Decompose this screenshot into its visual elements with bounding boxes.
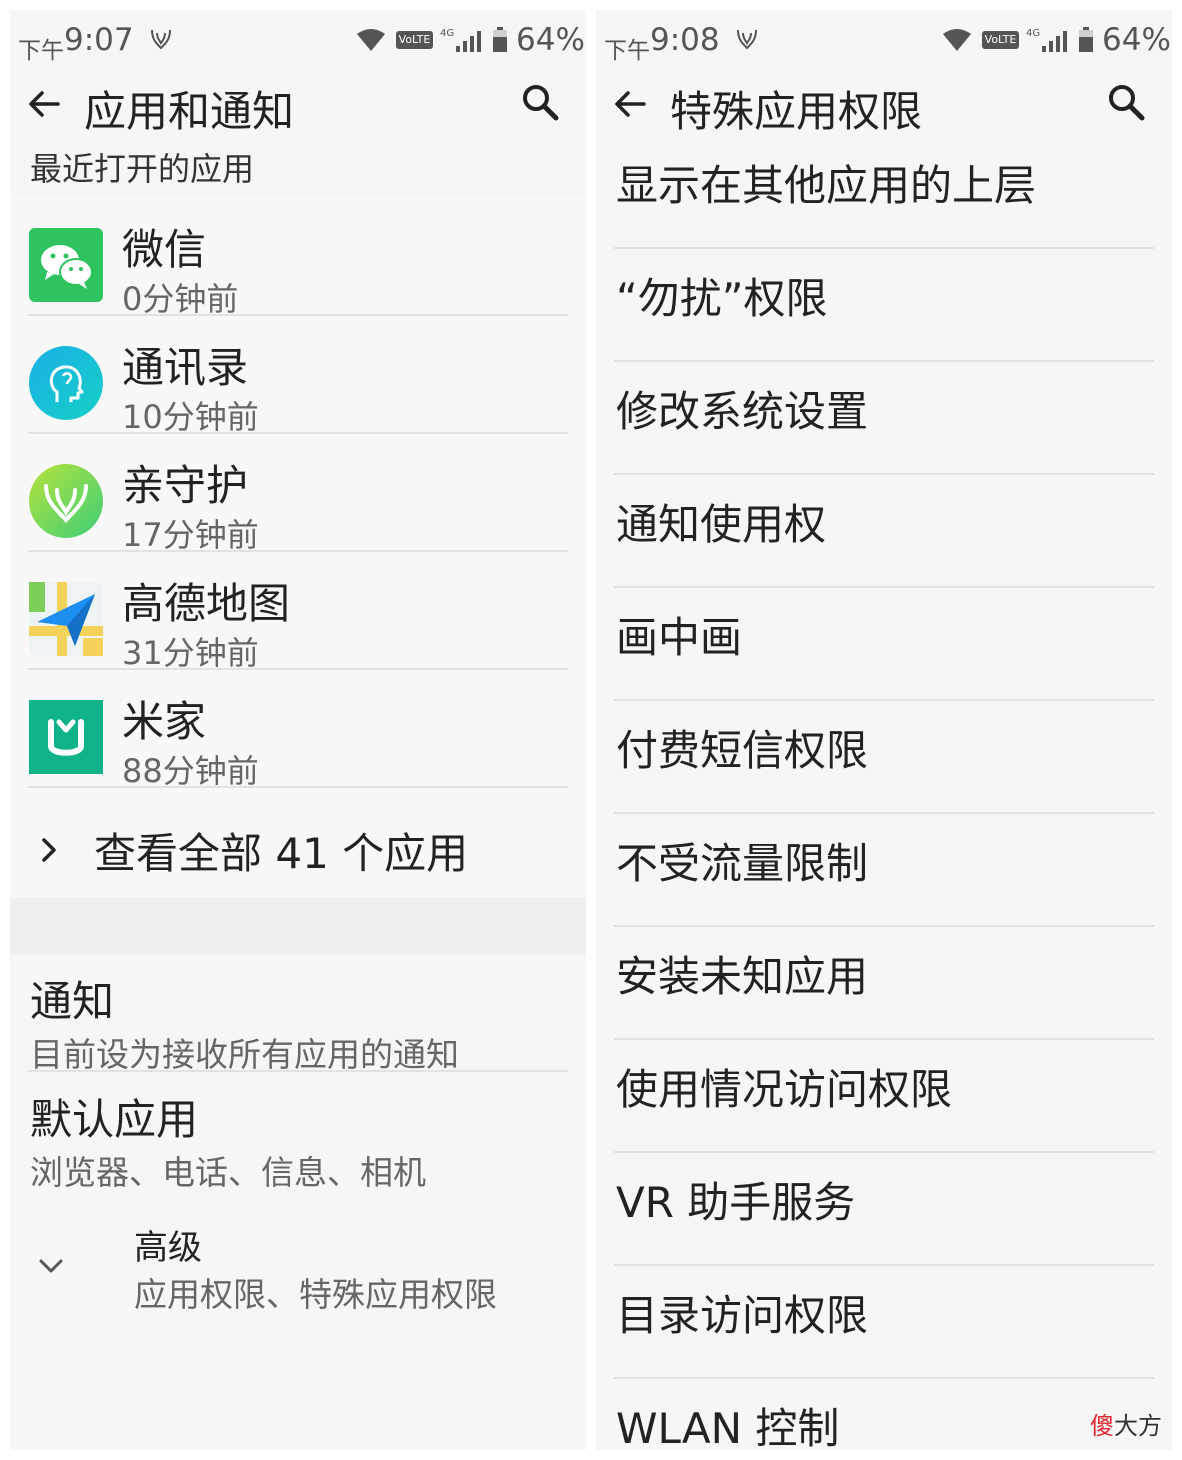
permission-label: 修改系统设置 [616,387,869,436]
watermark-accent: 傻 [1090,1412,1114,1440]
permission-label: 不受流量限制 [616,839,869,888]
permission-item[interactable]: 安装未知应用 [596,927,1172,1040]
page-title: 应用和通知 [84,87,295,136]
app-name: 微信 [122,225,207,274]
battery-icon [493,27,507,52]
app-name: 通讯录 [122,343,249,392]
divider [28,550,568,552]
amap-icon [29,582,103,656]
permission-label: WLAN 控制 [616,1404,840,1450]
see-all-apps-label: 查看全部 41 个应用 [94,829,469,878]
status-bar: 下午 9:07 VoLTE 4G 64% [10,10,586,70]
see-all-apps-button[interactable]: 查看全部 41 个应用 [10,802,586,898]
advanced-setting[interactable]: 高级 应用权限、特殊应用权限 [10,1214,586,1324]
recent-app-amap[interactable]: 高德地图 31分钟前 [10,560,586,678]
permission-item[interactable]: 目录访问权限 [596,1266,1172,1379]
divider [28,1070,568,1072]
battery-percent: 64% [516,22,585,58]
permission-label: 使用情况访问权限 [616,1065,953,1114]
divider [28,314,568,316]
volte-badge: VoLTE [396,31,433,49]
setting-subtitle: 浏览器、电话、信息、相机 [30,1153,426,1192]
watermark-text: 大方 [1114,1412,1162,1440]
status-time: 9:08 [650,22,720,58]
permission-item[interactable]: “勿扰”权限 [596,249,1172,362]
page-title: 特殊应用权限 [670,87,923,136]
app-name: 亲守护 [122,461,249,510]
back-arrow-icon[interactable] [24,84,64,124]
permission-label: 显示在其他应用的上层 [616,161,1037,210]
recent-apps-header: 最近打开的应用 [30,150,255,188]
watermark: 傻大方 [1090,1406,1162,1441]
special-app-access-screen: 下午 9:08 VoLTE 4G 64% 特殊应用权限 显示在其他应用的上层 “… [596,10,1172,1450]
search-icon[interactable] [1106,82,1146,122]
permission-item[interactable]: 修改系统设置 [596,362,1172,475]
volte-badge: VoLTE [982,31,1019,49]
recent-app-guardian[interactable]: 亲守护 17分钟前 [10,442,586,560]
divider [28,786,568,788]
status-time-prefix: 下午 [604,38,650,64]
permission-item[interactable]: 通知使用权 [596,475,1172,588]
back-arrow-icon[interactable] [610,84,650,124]
guardian-status-icon [737,29,757,50]
status-bar: 下午 9:08 VoLTE 4G 64% [596,10,1172,70]
permission-item[interactable]: 显示在其他应用的上层 [596,136,1172,249]
guardian-icon [29,464,103,538]
permission-label: 安装未知应用 [616,952,869,1001]
contacts-icon [29,346,103,420]
network-type: 4G [440,28,455,39]
wechat-icon [29,228,103,302]
notifications-setting[interactable]: 通知 目前设为接收所有应用的通知 [10,958,586,1076]
permission-item[interactable]: 不受流量限制 [596,814,1172,927]
advanced-title: 高级 [134,1228,202,1268]
permission-item[interactable]: 付费短信权限 [596,701,1172,814]
app-bar: 应用和通知 [10,70,586,136]
permission-label: 目录访问权限 [616,1291,869,1340]
apps-notifications-screen: 下午 9:07 VoLTE 4G 64% 应用和通知 最近打开的应用 微信 0分… [10,10,586,1450]
permission-label: “勿扰”权限 [616,274,828,323]
signal-icon [456,31,481,52]
permission-item[interactable]: WLAN 控制 [596,1379,1172,1450]
permission-label: VR 助手服务 [616,1178,856,1227]
section-spacer [10,898,586,954]
battery-percent: 64% [1102,22,1171,58]
setting-subtitle: 目前设为接收所有应用的通知 [30,1035,459,1074]
wifi-icon [357,29,385,51]
app-name: 米家 [122,697,207,746]
recent-app-wechat[interactable]: 微信 0分钟前 [10,206,586,324]
permission-label: 画中画 [616,613,743,662]
network-type: 4G [1026,28,1041,39]
setting-title: 通知 [30,977,115,1026]
app-bar: 特殊应用权限 [596,70,1172,136]
wifi-icon [943,29,971,51]
recent-app-contacts[interactable]: 通讯录 10分钟前 [10,324,586,442]
status-time-prefix: 下午 [18,38,64,64]
app-name: 高德地图 [122,579,291,628]
default-apps-setting[interactable]: 默认应用 浏览器、电话、信息、相机 [10,1076,586,1194]
guardian-status-icon [151,29,171,50]
chevron-down-icon [39,1259,63,1273]
setting-title: 默认应用 [30,1095,199,1144]
status-time: 9:07 [64,22,134,58]
recent-app-mijia[interactable]: 米家 88分钟前 [10,678,586,796]
permission-label: 付费短信权限 [616,726,869,775]
mijia-icon [29,700,103,774]
permission-label: 通知使用权 [616,500,827,549]
divider [28,432,568,434]
battery-icon [1079,27,1093,52]
permission-item[interactable]: VR 助手服务 [596,1153,1172,1266]
signal-icon [1042,31,1067,52]
search-icon[interactable] [520,82,560,122]
advanced-subtitle: 应用权限、特殊应用权限 [134,1275,497,1314]
permission-item[interactable]: 使用情况访问权限 [596,1040,1172,1153]
chevron-right-icon [42,838,56,862]
divider [28,668,568,670]
permission-item[interactable]: 画中画 [596,588,1172,701]
